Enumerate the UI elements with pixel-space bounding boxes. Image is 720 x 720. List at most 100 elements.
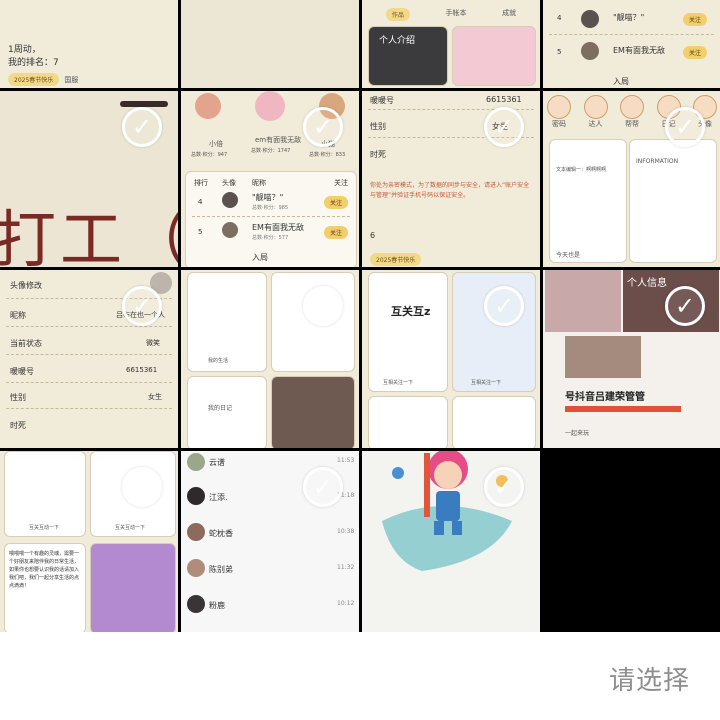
grid-tile-9[interactable]: 头像修改 昵称 吕布在也一个人 当前状态 微笑 暖暖号 6615361 性别 女… — [0, 270, 178, 448]
chat-name: 江添. — [209, 493, 228, 502]
grid-tile-13[interactable]: 互关互动一下 互关互动一下 喂喂喂一个有趣的灵魂，需要一个好朋友来陪伴我的日常生… — [0, 451, 178, 632]
rank-5: 5 — [198, 228, 203, 236]
pill-side-label: 国服 — [64, 76, 79, 84]
thumb-card-dark: 个人介绍 — [368, 26, 448, 86]
post-card: 我的生活 — [187, 272, 267, 372]
row-label: 头像修改 — [10, 281, 42, 290]
new-year-pill: 2025春节快乐 — [8, 73, 60, 86]
header-rank: 排行 — [194, 179, 208, 187]
chat-time: 11:32 — [337, 564, 355, 571]
row-label: 性别 — [10, 393, 26, 402]
grid-tile-2[interactable] — [181, 0, 359, 88]
grid-tile-10[interactable]: 我的生活 我的日记 ✓ — [181, 270, 359, 448]
text-card: 喂喂喂一个有趣的灵魂，需要一个好朋友来陪伴我的日常生活，如果你也想要认识我的话请… — [4, 543, 86, 632]
grid-tile-8[interactable]: 密码 达人 帮帮 日记 头像 文本编辑一：啊啊啊啊 今天也是 INFORMATI… — [543, 91, 720, 267]
icon-label: 帮帮 — [625, 120, 639, 128]
grid-tile-5[interactable]: 打工（ ✓ — [0, 91, 178, 267]
divider — [6, 326, 172, 327]
grid-tile-11[interactable]: 互关互z 互相关注一下 互相关注一下 ✓ — [362, 270, 540, 448]
chat-name: 粉鹿 — [209, 601, 225, 610]
row-label: 时死 — [10, 421, 26, 430]
follow-button[interactable]: 关注 — [683, 13, 708, 26]
tab-notebook[interactable]: 手帐本 — [446, 8, 467, 21]
grid-tile-empty — [543, 451, 720, 632]
note-bottom: 今天也是 — [556, 252, 581, 259]
note-title: 文本编辑一：啊啊啊啊 — [556, 167, 607, 173]
post-card: 我的日记 — [187, 376, 267, 448]
grid-tile-6[interactable]: 小倍 em有面我无敌 小猫 总数·积分：947 总数·积分：1747 总数·积分… — [181, 91, 359, 267]
red-bar — [565, 406, 681, 412]
info-title: INFORMATION — [636, 158, 679, 165]
ranking-card: 排行 头像 昵称 关注 4 "靓喵？" 总数·积分：985 关注 5 EM有面我… — [185, 171, 357, 267]
chat-name: 蛇枕香 — [209, 529, 233, 538]
footer-text: 一起来玩 — [565, 430, 590, 437]
podium-stats-right: 总数·积分：833 — [309, 152, 346, 158]
expert-icon[interactable] — [583, 95, 608, 119]
rank-5: 5 — [557, 48, 562, 56]
video-overlay-text: 个人信息 — [627, 278, 667, 289]
rank-sub-5: 总数·积分：577 — [252, 235, 289, 241]
avatar — [187, 559, 205, 577]
chat-time: 10:12 — [337, 600, 355, 607]
check-icon: ✓ — [122, 107, 162, 147]
avatar — [255, 91, 285, 121]
info-card: INFORMATION — [629, 139, 717, 263]
post-caption: 互关互动一下 — [29, 525, 60, 531]
grid-tile-3[interactable]: 作品 手帐本 成就 个人介绍 — [362, 0, 540, 88]
rank-name-6: 入局 — [613, 77, 629, 86]
grid-tile-15[interactable]: ✓ — [362, 451, 540, 632]
rank-name-6: 入局 — [252, 253, 268, 262]
row-value: 6615361 — [126, 366, 158, 374]
divider — [6, 408, 172, 409]
chat-name: 陈别弟 — [209, 565, 233, 574]
bottom-bar: 请选择 — [0, 632, 720, 720]
post-caption: 互相关注一下 — [383, 380, 414, 386]
divider — [192, 216, 350, 217]
divider — [6, 382, 172, 383]
avatar — [187, 523, 205, 541]
icon-label: 密码 — [552, 120, 566, 128]
follow-button[interactable]: 关注 — [683, 46, 708, 59]
tab-achievement[interactable]: 成就 — [502, 8, 516, 21]
left-note-card: 文本编辑一：啊啊啊啊 今天也是 — [549, 139, 627, 263]
divider — [6, 354, 172, 355]
rank-name-4: "靓喵？" — [613, 13, 645, 22]
post-card — [452, 396, 536, 448]
choose-button[interactable]: 请选择 — [609, 660, 690, 697]
post-card: 互关互动一下 — [4, 451, 86, 537]
avatar — [222, 192, 238, 208]
follow-button[interactable]: 关注 — [324, 196, 349, 209]
grid-tile-14[interactable]: 云谱 11:53 江添. 11:18 蛇枕香 10:38 陈别弟 11:32 粉… — [181, 451, 359, 632]
headline: 号抖音吕建荣管管 — [565, 392, 645, 403]
grid-tile-7[interactable]: 暖暖号 6615361 性别 女生 时死 你处为亲密模式，为了数据的同步与安全，… — [362, 91, 540, 267]
podium-stats-mid: 总数·积分：1747 — [251, 148, 291, 154]
new-year-pill: 2025春节快乐 — [370, 253, 422, 266]
grid-tile-4[interactable]: 4 "靓喵？" 关注 5 EM有面我无敌 关注 入局 — [543, 0, 720, 88]
row-label: 当前状态 — [10, 339, 42, 348]
post-caption: 我的日记 — [208, 405, 233, 412]
row-label: 暖暖号 — [10, 367, 34, 376]
check-icon: ✓ — [484, 107, 524, 147]
password-icon[interactable] — [547, 95, 571, 119]
rank-4: 4 — [557, 14, 562, 22]
post-caption: 我的生活 — [208, 358, 229, 364]
check-icon: ✓ — [484, 286, 524, 326]
tile-text-line-1: 1周动， — [8, 45, 41, 55]
follow-button[interactable]: 关注 — [324, 226, 349, 239]
rank-sub-4: 总数·积分：985 — [252, 205, 289, 211]
check-icon: ✓ — [122, 467, 162, 507]
rank-4: 4 — [198, 198, 203, 206]
grid-tile-1[interactable]: 1周动， 我的排名：7 2025春节快乐 国服 — [0, 0, 178, 88]
icon-label: 达人 — [588, 120, 603, 128]
warning-notice: 你处为亲密模式，为了数据的同步与安全，请进入“账户安全与管理”并验证手机号码以保… — [370, 182, 530, 199]
photo-card — [271, 376, 355, 448]
tab-works[interactable]: 作品 — [385, 8, 410, 21]
blur-bar — [120, 101, 168, 107]
photo-thumb — [565, 336, 641, 378]
header-follow: 关注 — [334, 179, 348, 187]
label-sign: 时死 — [370, 150, 386, 159]
help-icon[interactable] — [620, 95, 644, 119]
check-icon: ✓ — [484, 467, 524, 507]
grid-tile-12[interactable]: 个人信息 号抖音吕建荣管管 一起来玩 ✓ — [543, 270, 720, 448]
image-grid: 1周动， 我的排名：7 2025春节快乐 国服 作品 手帐本 成就 个人介绍 4… — [0, 0, 720, 632]
